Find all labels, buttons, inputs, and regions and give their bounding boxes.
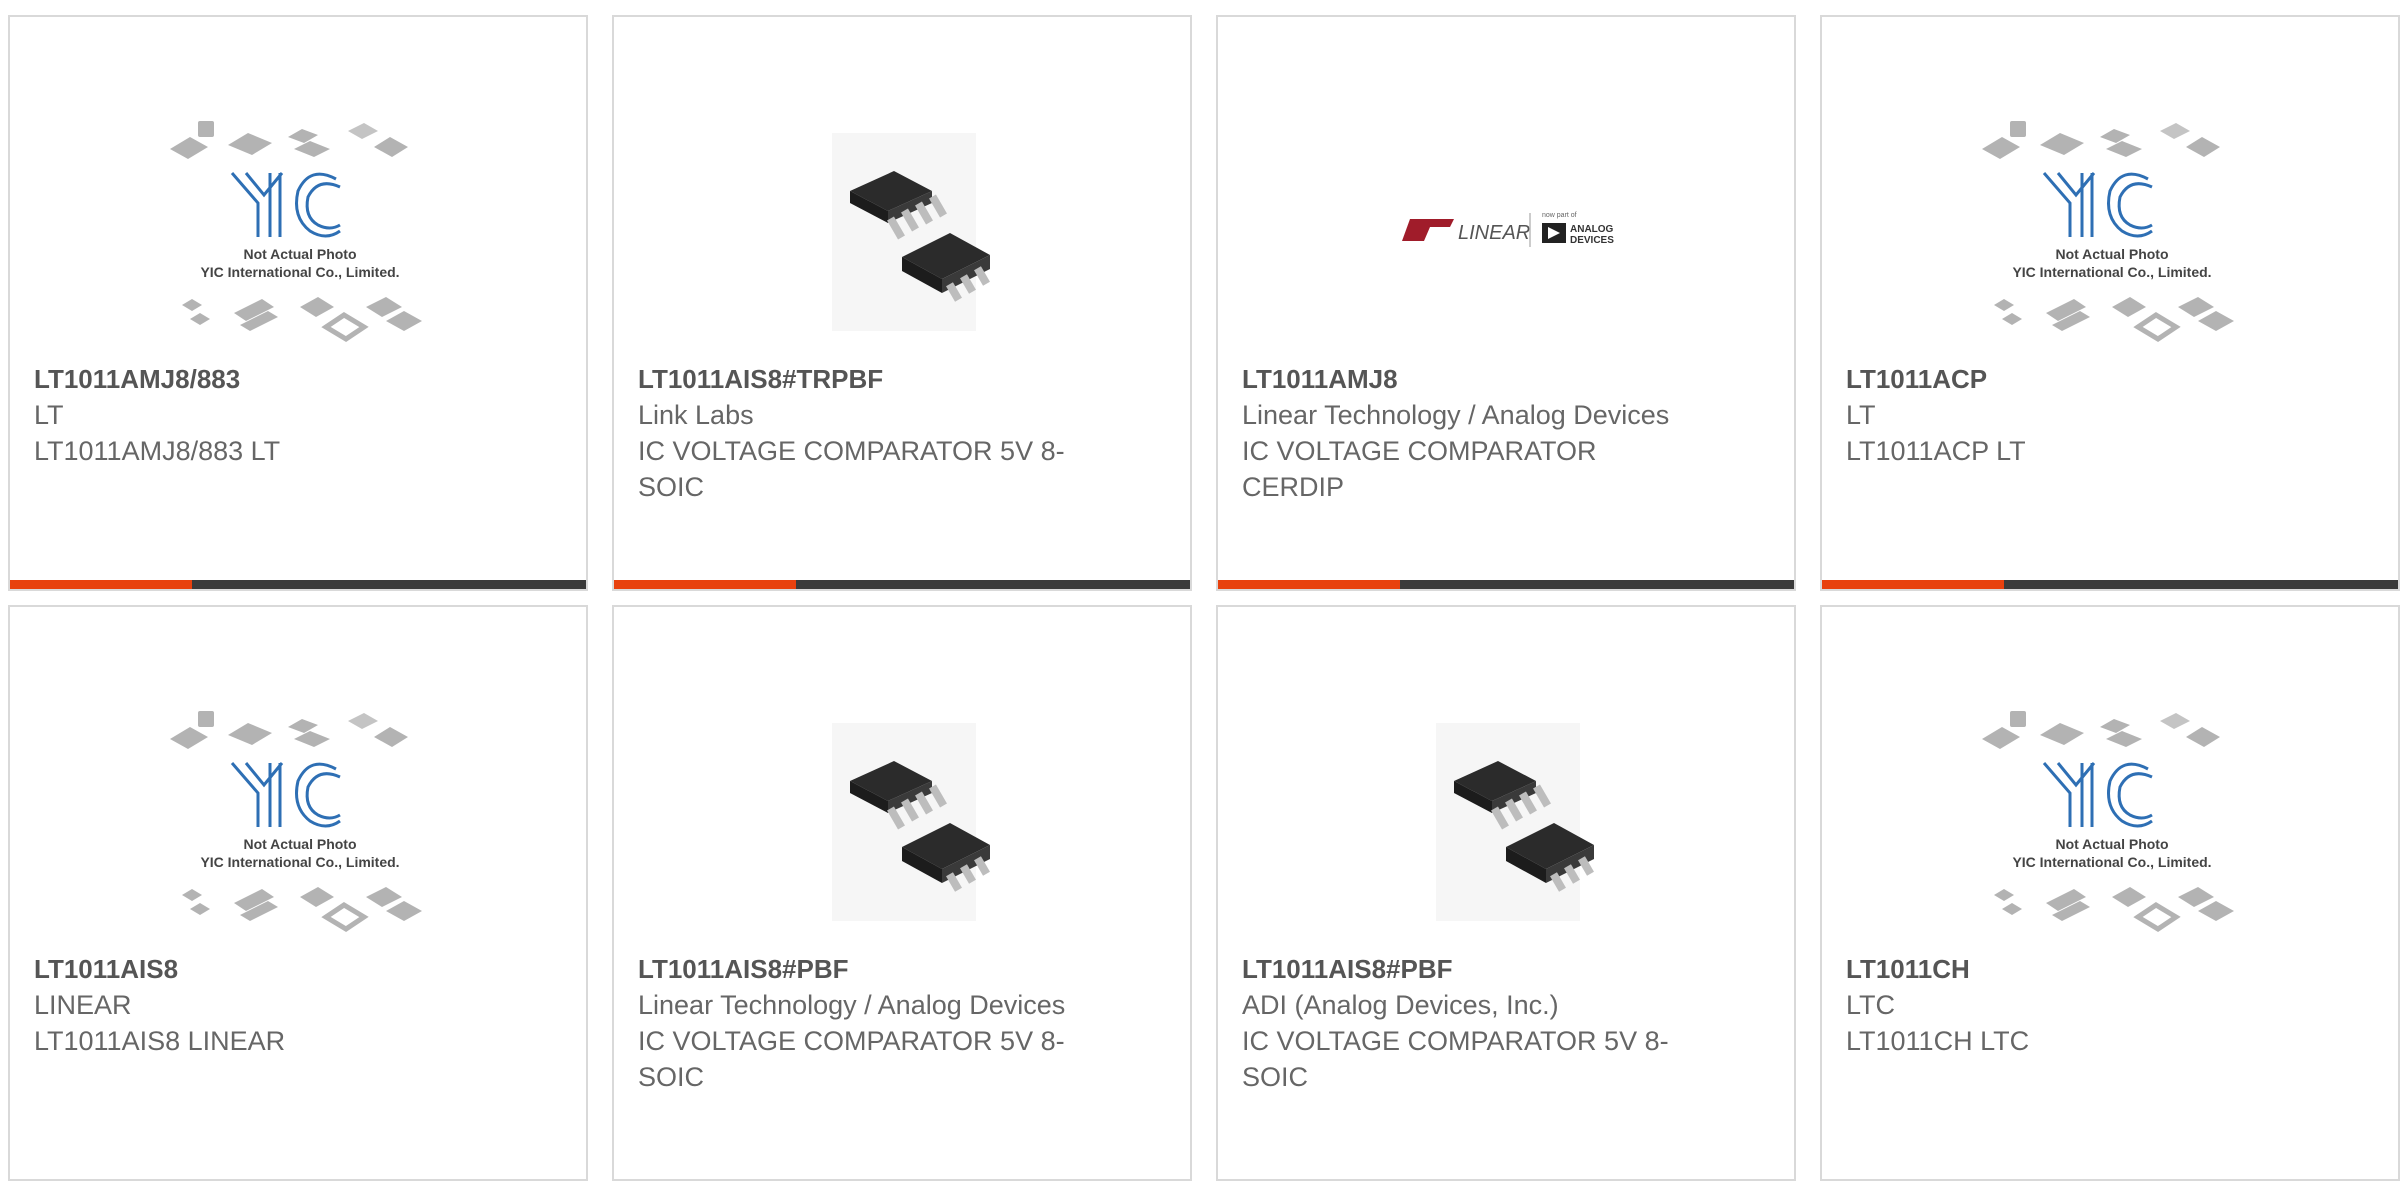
card-bottom-bar bbox=[10, 580, 586, 589]
brand-name: LT bbox=[34, 400, 64, 430]
manufacturer-logo bbox=[1358, 107, 1658, 357]
part-description: LT1011AIS8 LINEAR bbox=[34, 1026, 286, 1056]
part-description: LT1011CH LTC bbox=[1846, 1026, 2030, 1056]
brand-name: LTC bbox=[1846, 990, 1896, 1020]
part-number[interactable]: LT1011CH bbox=[1846, 951, 2286, 987]
part-number[interactable]: LT1011AIS8#TRPBF bbox=[638, 361, 1078, 397]
brand-name: ADI (Analog Devices, Inc.) bbox=[1242, 990, 1559, 1020]
part-description: IC VOLTAGE COMPARATOR 5V 8-SOIC bbox=[1242, 1026, 1669, 1092]
card-bottom-bar bbox=[1218, 580, 1794, 589]
brand-name: Linear Technology / Analog Devices bbox=[1242, 400, 1670, 430]
part-number[interactable]: LT1011AMJ8/883 bbox=[34, 361, 474, 397]
brand-name: Linear Technology / Analog Devices bbox=[638, 990, 1066, 1020]
product-photo-soic bbox=[754, 107, 1054, 357]
part-description: IC VOLTAGE COMPARATOR 5V 8-SOIC bbox=[638, 1026, 1065, 1092]
card-bottom-bar bbox=[1822, 580, 2398, 589]
part-number[interactable]: LT1011AIS8#PBF bbox=[1242, 951, 1682, 987]
part-description: IC VOLTAGE COMPARATOR 5V 8-SOIC bbox=[638, 436, 1065, 502]
card-bottom-bar bbox=[614, 580, 1190, 589]
product-photo-placeholder bbox=[150, 107, 450, 357]
part-description: LT1011ACP LT bbox=[1846, 436, 2026, 466]
product-photo-placeholder bbox=[1962, 107, 2262, 357]
part-number[interactable]: LT1011ACP bbox=[1846, 361, 2286, 397]
brand-name: Link Labs bbox=[638, 400, 754, 430]
part-number[interactable]: LT1011AIS8 bbox=[34, 951, 474, 987]
part-description: LT1011AMJ8/883 LT bbox=[34, 436, 281, 466]
part-number[interactable]: LT1011AMJ8 bbox=[1242, 361, 1682, 397]
product-card[interactable]: LT1011AMJ8 Linear Technology / Analog De… bbox=[1216, 15, 1796, 591]
part-description: IC VOLTAGE COMPARATOR CERDIP bbox=[1242, 436, 1597, 502]
brand-name: LINEAR bbox=[34, 990, 132, 1020]
brand-name: LT bbox=[1846, 400, 1876, 430]
product-card[interactable]: LT1011AIS8#TRPBF Link Labs IC VOLTAGE CO… bbox=[612, 15, 1192, 591]
product-card[interactable]: LT1011AMJ8/883 LT LT1011AMJ8/883 LT bbox=[8, 15, 588, 591]
product-card[interactable]: LT1011ACP LT LT1011ACP LT bbox=[1820, 15, 2400, 591]
product-card[interactable]: LT1011AIS8 LINEAR LT1011AIS8 LINEAR bbox=[8, 605, 588, 1181]
part-number[interactable]: LT1011AIS8#PBF bbox=[638, 951, 1078, 987]
product-photo-placeholder bbox=[1962, 697, 2262, 947]
product-photo-soic bbox=[754, 697, 1054, 947]
product-photo-soic bbox=[1358, 697, 1658, 947]
product-card[interactable]: LT1011AIS8#PBF ADI (Analog Devices, Inc.… bbox=[1216, 605, 1796, 1181]
product-grid: LT1011AMJ8/883 LT LT1011AMJ8/883 LT LT10… bbox=[0, 0, 2400, 1181]
product-card[interactable]: LT1011CH LTC LT1011CH LTC bbox=[1820, 605, 2400, 1181]
product-photo-placeholder bbox=[150, 697, 450, 947]
product-card[interactable]: LT1011AIS8#PBF Linear Technology / Analo… bbox=[612, 605, 1192, 1181]
